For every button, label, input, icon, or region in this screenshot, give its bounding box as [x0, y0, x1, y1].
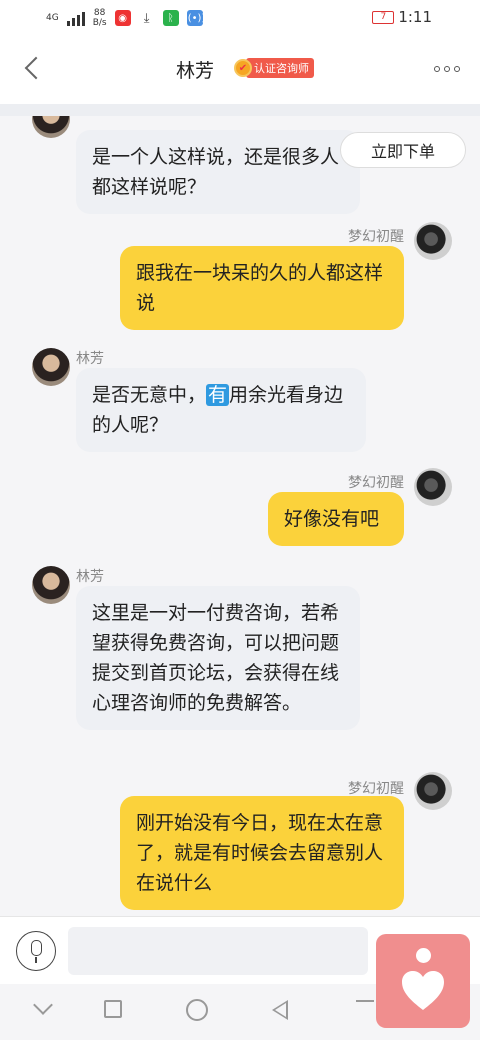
- back-button[interactable]: [20, 54, 48, 84]
- recent-apps-icon[interactable]: [104, 1000, 122, 1018]
- verified-check-icon: ✔: [234, 59, 252, 77]
- sender-name: 林芳: [76, 569, 104, 585]
- sender-name: 梦幻初醒: [348, 475, 404, 491]
- user-avatar[interactable]: [414, 468, 452, 506]
- chat-header: 林芳 ✔ 认证咨询师: [0, 36, 480, 104]
- message-bubble: 是否无意中，有用余光看身边的人呢？: [76, 368, 366, 452]
- collapse-icon[interactable]: [33, 995, 53, 1015]
- status-bar: 4G 88 B/s ◉ ⤓ ᚱ ((•)) 7 1:11: [0, 0, 480, 36]
- header-divider: [0, 104, 480, 116]
- heart-dot-icon: [416, 948, 431, 963]
- message-text: 跟我在一块呆的久的人都这样说: [136, 262, 384, 314]
- notification-shade-icon[interactable]: [356, 1000, 374, 1016]
- back-nav-icon[interactable]: [272, 1000, 288, 1020]
- message-bubble: 跟我在一块呆的久的人都这样说: [120, 246, 404, 330]
- verified-badge: ✔ 认证咨询师: [234, 58, 314, 78]
- message-text: 刚开始没有今日，现在太在意了，就是有时候会去留意别人在说什么: [136, 812, 384, 894]
- signal-bars-icon: [66, 10, 85, 26]
- sender-name: 梦幻初醒: [348, 781, 404, 797]
- verified-badge-label: 认证咨询师: [246, 58, 314, 78]
- page-title: 林芳: [176, 60, 215, 82]
- message-bubble: 是一个人这样说，还是很多人都这样说呢？: [76, 130, 360, 214]
- message-bubble: 好像没有吧: [268, 492, 404, 546]
- voice-input-button[interactable]: [16, 931, 56, 971]
- care-floating-button[interactable]: [376, 934, 470, 1028]
- sender-name: 林芳: [76, 351, 104, 367]
- counselor-avatar[interactable]: [32, 348, 70, 386]
- heart-icon: [402, 971, 444, 1010]
- signal-type: 4G: [46, 12, 59, 23]
- sender-name: 梦幻初醒: [348, 229, 404, 245]
- message-text-part: 是否无意中，: [92, 384, 207, 406]
- more-options-button[interactable]: [434, 66, 460, 72]
- network-speed: 88 B/s: [92, 8, 107, 28]
- counselor-avatar[interactable]: [32, 116, 70, 138]
- chat-screen: 4G 88 B/s ◉ ⤓ ᚱ ((•)) 7 1:11 林芳 ✔ 认证咨询师 …: [0, 0, 480, 1040]
- message-list[interactable]: 是一个人这样说，还是很多人都这样说呢？ 立即下单 梦幻初醒 跟我在一块呆的久的人…: [0, 116, 480, 916]
- download-icon: ⤓: [138, 10, 155, 26]
- nfc-icon: ((•)): [184, 10, 205, 26]
- highlight-emoji: 有: [206, 384, 230, 406]
- fitness-icon: ᚱ: [162, 10, 179, 26]
- message-bubble: 刚开始没有今日，现在太在意了，就是有时候会去留意别人在说什么: [120, 796, 404, 910]
- user-avatar[interactable]: [414, 772, 452, 810]
- battery-level: 7: [380, 12, 387, 22]
- clock: 1:11: [398, 8, 432, 26]
- message-text: 这里是一对一付费咨询，若希望获得免费咨询，可以把问题提交到首页论坛，会获得在线心…: [92, 602, 340, 714]
- message-text: 好像没有吧: [284, 508, 380, 530]
- home-icon[interactable]: [186, 999, 208, 1021]
- battery-icon: 7: [372, 10, 395, 24]
- message-text: 是一个人这样说，还是很多人都这样说呢？: [92, 146, 340, 198]
- user-avatar[interactable]: [414, 222, 452, 260]
- message-input[interactable]: [68, 927, 368, 975]
- message-bubble: 这里是一对一付费咨询，若希望获得免费咨询，可以把问题提交到首页论坛，会获得在线心…: [76, 586, 360, 730]
- order-now-button[interactable]: 立即下单: [340, 132, 466, 168]
- weibo-icon: ◉: [114, 10, 131, 26]
- counselor-avatar[interactable]: [32, 566, 70, 604]
